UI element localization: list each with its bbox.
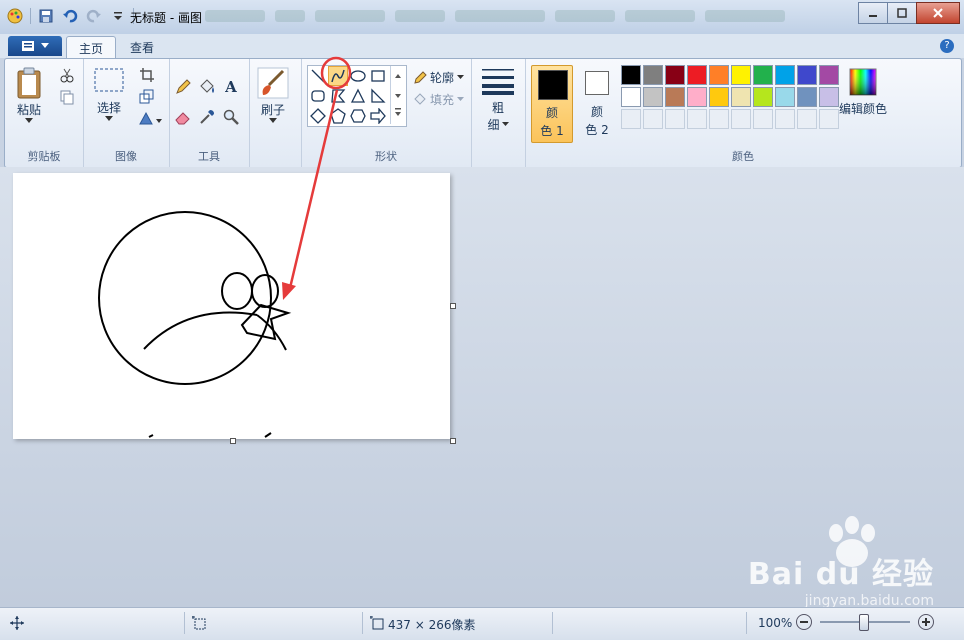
cursor-position-icon bbox=[10, 616, 24, 633]
annotation-arrow-line bbox=[288, 89, 339, 289]
paw-icon bbox=[828, 516, 875, 567]
canvas-size-icon bbox=[370, 616, 384, 633]
zoom-in-button[interactable] bbox=[918, 614, 934, 630]
minus-icon bbox=[800, 621, 808, 623]
zoom-level: 100% bbox=[758, 616, 793, 630]
annotation-arrow-head bbox=[282, 282, 296, 300]
status-separator bbox=[552, 612, 553, 634]
status-bar: 437 × 266像素 100% bbox=[0, 607, 964, 640]
status-separator bbox=[362, 612, 363, 634]
annotation-circle bbox=[320, 56, 352, 90]
status-separator bbox=[184, 612, 185, 634]
selection-size-icon bbox=[192, 616, 206, 633]
baidu-watermark: Bai du 经验 jingyan.baidu.com bbox=[748, 516, 934, 609]
plus-icon bbox=[922, 618, 930, 626]
zoom-out-button[interactable] bbox=[796, 614, 812, 630]
status-separator bbox=[746, 612, 747, 634]
zoom-slider-thumb[interactable] bbox=[859, 614, 869, 631]
canvas-dimensions: 437 × 266像素 bbox=[388, 618, 476, 632]
